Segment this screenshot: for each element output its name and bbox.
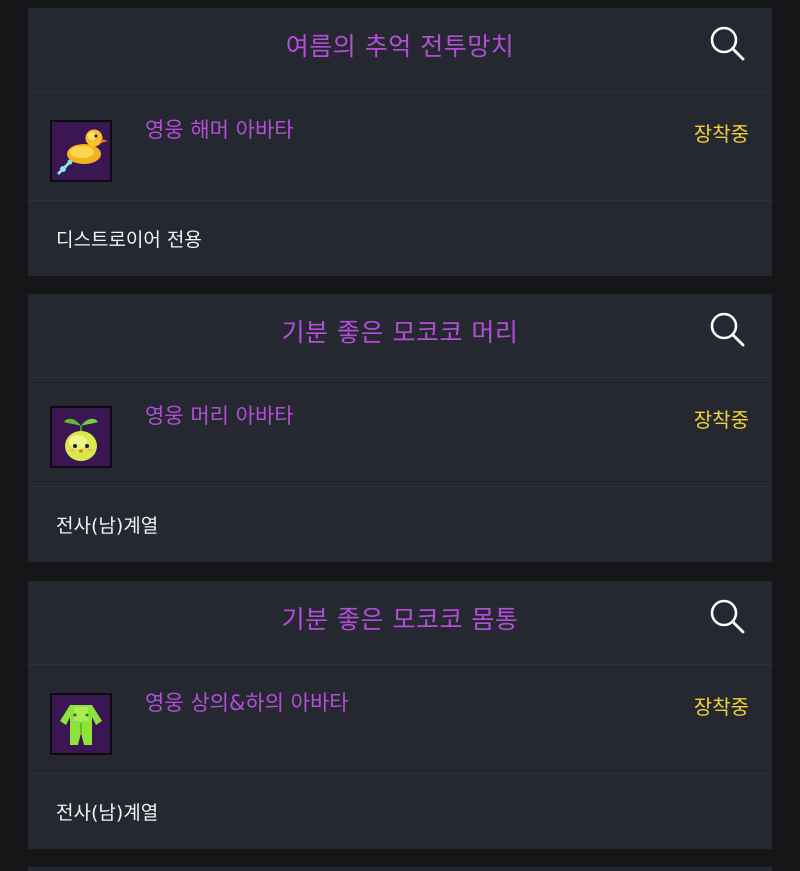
avatar-item-row: 영웅 해머 아바타 장착중: [28, 92, 772, 201]
item-grade-name: 영웅 머리 아바타: [145, 404, 294, 428]
equipped-status-badge: 장착중: [693, 695, 749, 719]
mokoko-body-icon: [52, 695, 110, 753]
avatar-item-row: 영웅 머리 아바타 장착중: [28, 378, 772, 487]
class-restriction: 전사(남)계열: [56, 515, 159, 537]
search-button[interactable]: [708, 310, 748, 350]
search-icon: [710, 26, 745, 61]
avatar-card: 기분 좋은 모코코 머리 영웅 머리 아바타 장착중 전사(남)계열: [28, 294, 772, 562]
class-restriction: 디스트로이어 전용: [56, 229, 202, 251]
avatar-item-row: 영웅 상의&하의 아바타 장착중: [28, 665, 772, 774]
card-footer: 전사(남)계열: [28, 774, 772, 849]
card-header: 기분 좋은 모코코 머리: [28, 294, 772, 378]
equipped-status-badge: 장착중: [693, 408, 749, 432]
item-grade-name: 영웅 해머 아바타: [145, 118, 294, 142]
avatar-card: 여름의 추억 전투망치 영웅 해머 아바타 장착중 디스트로이어 전용: [28, 8, 772, 276]
equipped-status-badge: 장착중: [693, 122, 749, 146]
avatar-card: 기분 좋은 모코코 몸통 영웅 상의&하의 아바타 장착중 전사(남)계열: [28, 581, 772, 849]
avatar-title: 여름의 추억 전투망치: [285, 32, 515, 61]
item-thumbnail: [50, 120, 112, 182]
card-header: 여름의 추억 전투망치: [28, 8, 772, 92]
card-header: 기분 좋은 모코코 몸통: [28, 581, 772, 665]
rubber-duck-hammer-icon: [52, 122, 110, 180]
item-grade-name: 영웅 상의&하의 아바타: [145, 691, 349, 715]
avatar-card-partial: [28, 867, 772, 871]
search-icon: [710, 599, 745, 634]
search-button[interactable]: [708, 24, 748, 64]
avatar-equipment-list: 여름의 추억 전투망치 영웅 해머 아바타 장착중 디스트로이어 전용 기분 좋…: [0, 0, 800, 871]
search-button[interactable]: [708, 597, 748, 637]
card-footer: 전사(남)계열: [28, 487, 772, 562]
avatar-title: 기분 좋은 모코코 몸통: [281, 605, 519, 634]
search-icon: [710, 312, 745, 347]
mokoko-head-icon: [52, 408, 110, 466]
item-thumbnail: [50, 406, 112, 468]
avatar-title: 기분 좋은 모코코 머리: [281, 318, 519, 347]
card-footer: 디스트로이어 전용: [28, 201, 772, 276]
item-thumbnail: [50, 693, 112, 755]
class-restriction: 전사(남)계열: [56, 802, 159, 824]
